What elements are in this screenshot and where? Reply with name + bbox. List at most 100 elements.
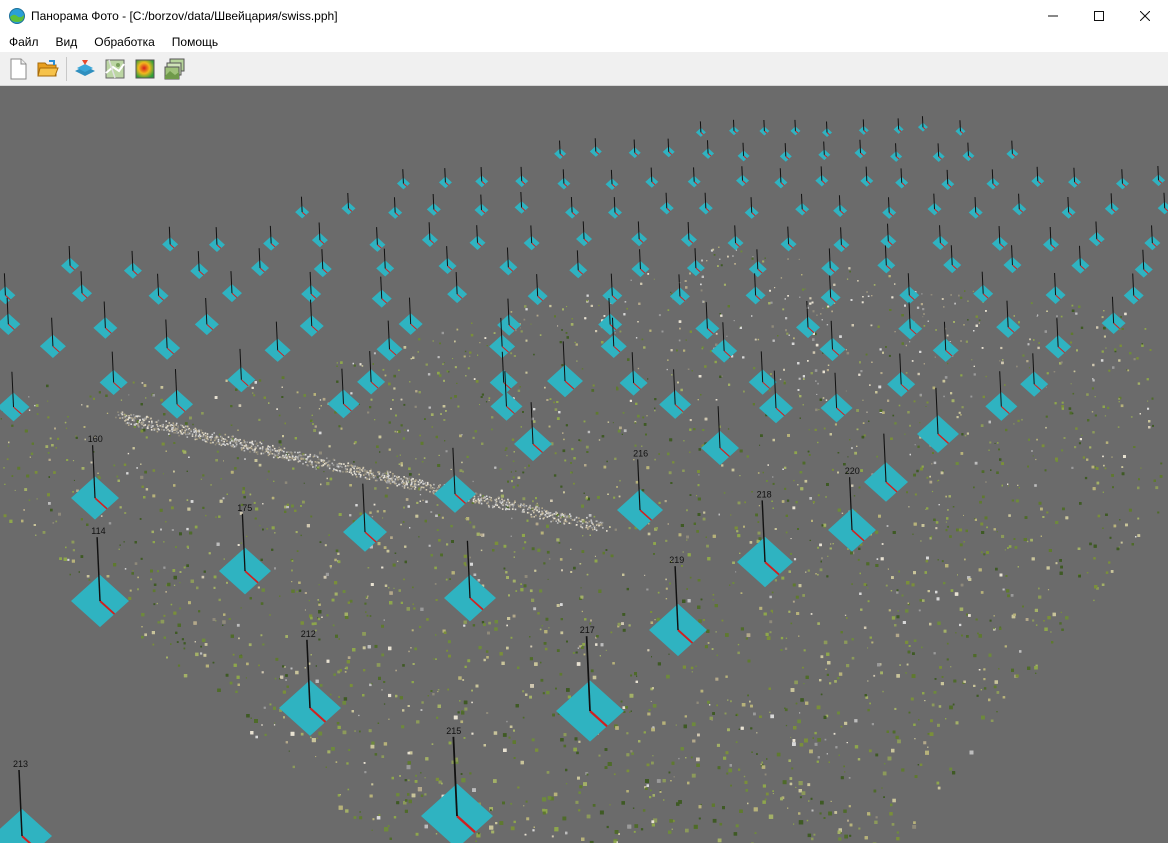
camera-marker[interactable]: [438, 168, 452, 189]
camera-marker[interactable]: [860, 166, 874, 187]
camera-marker[interactable]: [818, 141, 831, 161]
camera-marker[interactable]: [821, 248, 840, 277]
camera-marker[interactable]: [695, 302, 720, 340]
camera-marker[interactable]: [313, 249, 332, 278]
camera-marker[interactable]: [727, 225, 744, 251]
camera-marker[interactable]: [396, 169, 410, 190]
camera-marker[interactable]: [864, 433, 908, 502]
camera-marker[interactable]: [659, 369, 692, 419]
camera-marker[interactable]: [955, 120, 966, 136]
camera-marker[interactable]: [444, 540, 496, 622]
minimize-button[interactable]: [1030, 0, 1076, 31]
camera-marker[interactable]: [1115, 169, 1129, 190]
close-button[interactable]: [1122, 0, 1168, 31]
camera-marker[interactable]: [659, 192, 674, 215]
camera-marker[interactable]: [251, 248, 270, 277]
camera-marker[interactable]: [819, 320, 846, 362]
menu-file[interactable]: Файл: [0, 35, 47, 49]
camera-marker[interactable]: [917, 116, 928, 132]
camera-marker[interactable]: 212: [279, 629, 341, 736]
camera-marker[interactable]: [469, 225, 486, 250]
camera-marker[interactable]: [1134, 249, 1153, 278]
camera-marker[interactable]: [194, 297, 219, 336]
camera-marker[interactable]: [628, 139, 641, 159]
camera-marker[interactable]: [877, 245, 896, 274]
camera-marker[interactable]: 114: [71, 526, 129, 628]
camera-marker[interactable]: [426, 193, 441, 216]
camera-marker[interactable]: [295, 196, 310, 219]
camera-marker[interactable]: [962, 142, 975, 162]
camera-marker[interactable]: [0, 297, 21, 335]
camera-marker[interactable]: [263, 225, 280, 251]
new-document-button[interactable]: [6, 57, 30, 81]
camera-marker[interactable]: [123, 250, 142, 279]
camera-marker[interactable]: [398, 297, 423, 335]
camera-marker[interactable]: [497, 298, 522, 336]
camera-marker[interactable]: [357, 351, 386, 395]
camera-marker[interactable]: 160: [71, 434, 119, 520]
camera-marker[interactable]: [701, 406, 739, 466]
camera-marker[interactable]: [388, 197, 403, 219]
camera-marker[interactable]: [447, 272, 468, 304]
camera-marker[interactable]: [93, 301, 118, 339]
camera-marker[interactable]: [686, 248, 705, 277]
camera-marker[interactable]: [796, 300, 821, 339]
camera-marker[interactable]: [737, 142, 750, 162]
camera-marker[interactable]: [1068, 167, 1082, 188]
camera-marker[interactable]: [1031, 166, 1045, 187]
camera-marker[interactable]: [1006, 140, 1019, 160]
camera-marker[interactable]: [371, 276, 392, 308]
camera-marker[interactable]: [780, 226, 797, 252]
camera-marker[interactable]: [1152, 165, 1166, 187]
camera-marker[interactable]: [991, 226, 1008, 251]
camera-marker[interactable]: [1157, 192, 1168, 215]
camera-marker[interactable]: [680, 222, 697, 247]
menu-processing[interactable]: Обработка: [85, 35, 163, 49]
camera-marker[interactable]: [744, 197, 759, 219]
camera-marker[interactable]: [1045, 272, 1066, 305]
camera-marker[interactable]: [523, 225, 540, 251]
camera-marker[interactable]: [343, 483, 387, 552]
open-folder-button[interactable]: [36, 57, 60, 81]
heightmap-button[interactable]: [133, 57, 157, 81]
camera-marker[interactable]: [880, 223, 897, 249]
camera-marker[interactable]: [748, 351, 777, 395]
camera-marker[interactable]: [434, 447, 476, 513]
camera-marker[interactable]: [154, 319, 181, 360]
camera-marker[interactable]: [438, 246, 457, 275]
camera-marker[interactable]: [895, 168, 909, 189]
camera-marker[interactable]: 175: [219, 503, 271, 595]
camera-marker[interactable]: [554, 140, 567, 160]
camera-marker[interactable]: [1088, 221, 1105, 247]
camera-marker[interactable]: [702, 140, 715, 159]
camera-marker[interactable]: [607, 197, 622, 219]
camera-marker[interactable]: [662, 138, 675, 158]
camera-marker[interactable]: [1020, 353, 1049, 397]
camera-marker[interactable]: [745, 273, 766, 305]
camera-marker[interactable]: [1061, 196, 1076, 219]
menu-help[interactable]: Помощь: [163, 35, 226, 49]
camera-marker[interactable]: [369, 227, 386, 252]
camera-marker[interactable]: [645, 167, 659, 188]
camera-marker[interactable]: [0, 371, 30, 422]
camera-marker[interactable]: [474, 194, 489, 217]
camera-marker[interactable]: [774, 168, 788, 189]
camera-marker[interactable]: [376, 320, 403, 361]
camera-marker[interactable]: [1144, 225, 1161, 251]
camera-marker[interactable]: [968, 197, 983, 219]
camera-marker[interactable]: 216: [617, 448, 663, 531]
camera-marker[interactable]: [499, 247, 518, 276]
camera-marker[interactable]: [61, 245, 80, 274]
camera-marker[interactable]: [917, 387, 959, 453]
camera-marker[interactable]: [790, 119, 801, 136]
camera-marker[interactable]: [1045, 318, 1072, 359]
camera-marker[interactable]: [820, 275, 841, 307]
camera-marker[interactable]: [569, 250, 588, 279]
camera-marker[interactable]: [996, 300, 1021, 338]
camera-marker[interactable]: [815, 166, 829, 187]
camera-marker[interactable]: [759, 119, 770, 136]
camera-marker[interactable]: [820, 372, 853, 423]
camera-marker[interactable]: [227, 348, 256, 393]
camera-marker[interactable]: [619, 352, 648, 396]
camera-marker[interactable]: 218: [737, 489, 793, 588]
